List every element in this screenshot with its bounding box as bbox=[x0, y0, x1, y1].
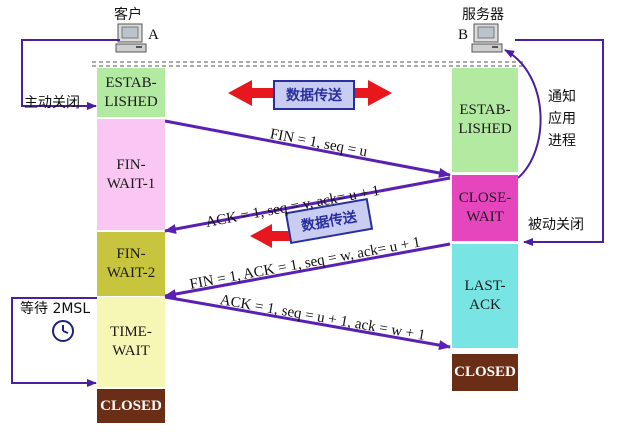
passive-close-note: 被动关闭 bbox=[528, 217, 584, 233]
server-host-letter: B bbox=[458, 27, 469, 43]
client-host-label: 客户 bbox=[114, 7, 142, 23]
notify-app-note: 通知 应用 进程 bbox=[548, 89, 576, 149]
client-state-closed: CLOSED bbox=[97, 389, 165, 423]
server-state-close-wait: CLOSE- WAIT bbox=[452, 175, 518, 241]
client-state-time-wait: TIME- WAIT bbox=[97, 297, 165, 387]
computer-icon bbox=[471, 23, 503, 53]
server-host-label: 服务器 bbox=[462, 7, 504, 23]
server-state-last-ack: LAST- ACK bbox=[452, 244, 518, 348]
tcp-connection-release-diagram: 客户 A 服务器 B ESTAB- LISHED FIN- WAIT-1 FIN… bbox=[0, 0, 628, 436]
client-state-fin-wait-1: FIN- WAIT-1 bbox=[97, 119, 165, 230]
clock-icon bbox=[52, 320, 74, 342]
server-state-established: ESTAB- LISHED bbox=[452, 68, 518, 172]
server-state-closed: CLOSED bbox=[452, 354, 518, 391]
wait-2msl-note: 等待 2MSL bbox=[20, 301, 91, 317]
client-state-fin-wait-2: FIN- WAIT-2 bbox=[97, 232, 165, 296]
data-transfer-label-top: 数据传送 bbox=[273, 80, 355, 110]
active-close-note: 主动关闭 bbox=[24, 95, 80, 111]
computer-icon bbox=[115, 23, 147, 53]
client-host-letter: A bbox=[148, 27, 159, 43]
client-state-established: ESTAB- LISHED bbox=[97, 68, 165, 117]
